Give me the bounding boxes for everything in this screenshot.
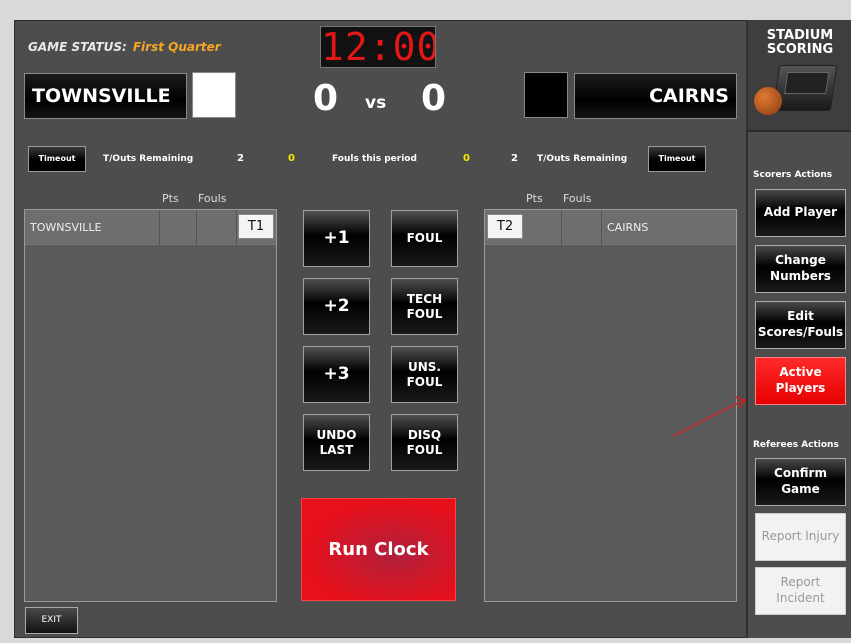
away-team-tag: T2 [487, 214, 523, 239]
home-pts-header: Pts [162, 192, 179, 205]
game-status-label: GAME STATUS: [28, 40, 127, 54]
home-timeouts-label: T/Outs Remaining [103, 154, 194, 164]
basketball-icon [754, 87, 782, 115]
away-team-row[interactable]: T2 CAIRNS [485, 210, 738, 245]
home-score: 0 [313, 78, 339, 119]
foul-button[interactable]: FOUL [391, 210, 458, 267]
home-player-list[interactable]: TOWNSVILLE T1 [24, 209, 277, 602]
home-team-row[interactable]: TOWNSVILLE T1 [25, 210, 276, 245]
vs-label: vs [365, 93, 387, 113]
scoreboard-panel: GAME STATUS: First Quarter 12:00 TOWNSVIL… [14, 20, 747, 638]
disq-foul-button[interactable]: DISQ FOUL [391, 414, 458, 471]
away-row-fouls [562, 210, 602, 245]
home-team-color-swatch[interactable] [192, 72, 236, 118]
away-team-name[interactable]: CAIRNS [574, 73, 737, 119]
home-fouls-period: 0 [288, 153, 295, 164]
away-timeouts-remaining: 2 [511, 153, 518, 164]
game-status-value: First Quarter [132, 40, 221, 54]
console-icon [772, 65, 838, 111]
home-row-fouls [197, 210, 237, 245]
report-injury-button[interactable]: Report Injury [755, 513, 846, 561]
sidebar: STADIUM SCORING Scorers Actions Add Play… [747, 20, 851, 638]
home-timeout-button[interactable]: Timeout [28, 146, 86, 172]
away-row-name: CAIRNS [602, 210, 738, 245]
game-clock: 12:00 [320, 26, 436, 68]
away-score: 0 [421, 78, 447, 119]
away-row-pts [525, 210, 562, 245]
uns-foul-button[interactable]: UNS. FOUL [391, 346, 458, 403]
home-team-name[interactable]: TOWNSVILLE [24, 73, 187, 119]
away-timeout-button[interactable]: Timeout [648, 146, 706, 172]
game-status: GAME STATUS: First Quarter [28, 40, 221, 54]
home-fouls-header: Fouls [198, 192, 227, 205]
away-fouls-period: 0 [463, 153, 470, 164]
home-row-name: TOWNSVILLE [25, 210, 160, 245]
report-incident-button[interactable]: Report Incident [755, 567, 846, 615]
plus-one-button[interactable]: +1 [303, 210, 370, 267]
active-players-button[interactable]: Active Players [755, 357, 846, 405]
away-player-list[interactable]: T2 CAIRNS [484, 209, 738, 602]
scorers-actions-title: Scorers Actions [753, 170, 833, 180]
plus-two-button[interactable]: +2 [303, 278, 370, 335]
confirm-game-button[interactable]: Confirm Game [755, 458, 846, 506]
exit-button[interactable]: EXIT [25, 607, 78, 634]
undo-last-button[interactable]: UNDO LAST [303, 414, 370, 471]
tech-foul-button[interactable]: TECH FOUL [391, 278, 458, 335]
add-player-button[interactable]: Add Player [755, 189, 846, 237]
away-fouls-header: Fouls [563, 192, 592, 205]
home-team-tag: T1 [238, 214, 274, 239]
change-numbers-button[interactable]: Change Numbers [755, 245, 846, 293]
away-team-color-swatch[interactable] [524, 72, 568, 118]
stadium-scoring-logo: STADIUM SCORING [748, 20, 851, 132]
fouls-period-label: Fouls this period [332, 154, 417, 164]
referees-actions-title: Referees Actions [753, 440, 839, 450]
plus-three-button[interactable]: +3 [303, 346, 370, 403]
edit-scores-fouls-button[interactable]: Edit Scores/Fouls [755, 301, 846, 349]
away-timeouts-label: T/Outs Remaining [537, 154, 628, 164]
logo-text: STADIUM SCORING [766, 28, 834, 57]
home-timeouts-remaining: 2 [237, 153, 244, 164]
run-clock-button[interactable]: Run Clock [301, 498, 456, 601]
away-pts-header: Pts [526, 192, 543, 205]
home-row-pts [160, 210, 197, 245]
